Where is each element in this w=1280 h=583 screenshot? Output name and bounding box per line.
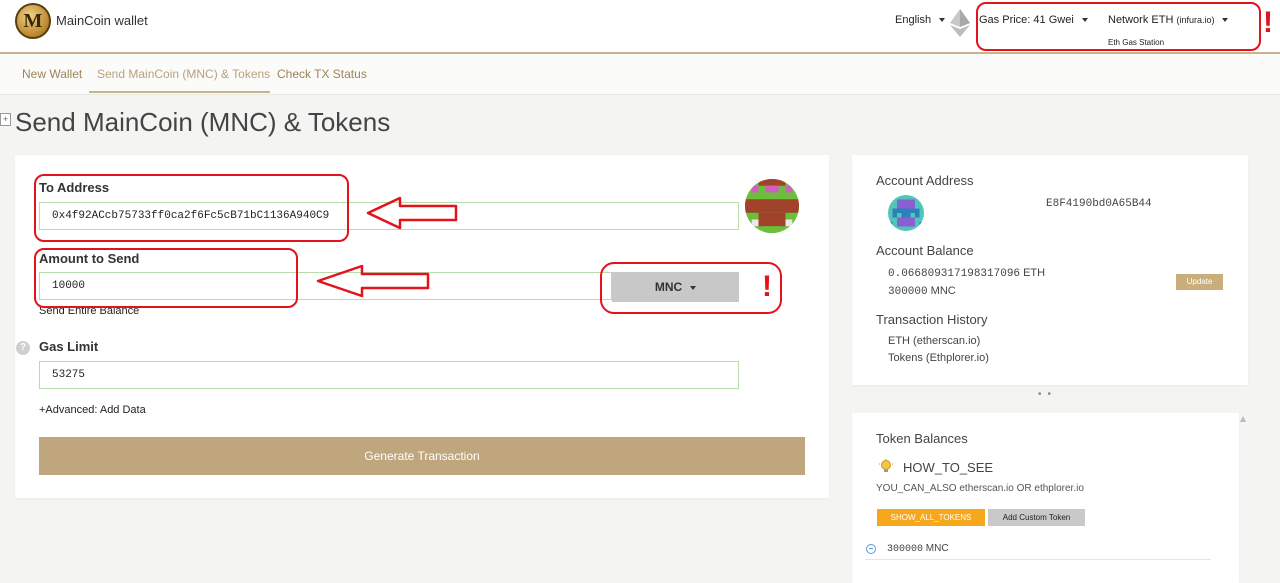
update-balance-button[interactable]: Update: [1176, 274, 1223, 290]
show-all-tokens-button[interactable]: SHOW_ALL_TOKENS: [877, 509, 985, 526]
currency-label: MNC: [654, 280, 683, 294]
language-label: English: [895, 14, 932, 26]
eth-balance: 0.066809317198317096 ETH: [888, 267, 1045, 280]
nav-new-wallet[interactable]: New Wallet: [22, 67, 82, 81]
chevron-down-icon: [1222, 18, 1229, 23]
gas-limit-label: Gas Limit: [39, 339, 99, 354]
maincoin-logo-icon[interactable]: M: [15, 3, 51, 39]
remove-token-icon[interactable]: [866, 544, 876, 554]
advanced-add-data-link[interactable]: +Advanced: Add Data: [39, 404, 146, 416]
gas-price-label: Gas Price: 41 Gwei: [979, 14, 1074, 26]
chevron-down-icon: [690, 285, 697, 290]
network-label: Network ETH: [1108, 14, 1174, 26]
nav-active-underline: [89, 91, 270, 93]
language-dropdown[interactable]: English: [895, 14, 946, 26]
tx-history-eth-link[interactable]: ETH (etherscan.io): [888, 335, 980, 347]
help-icon[interactable]: ?: [16, 341, 30, 355]
account-balance-label: Account Balance: [876, 243, 974, 258]
token-balances-title: Token Balances: [876, 431, 968, 446]
tx-history-tokens-link[interactable]: Tokens (Ethplorer.io): [888, 352, 989, 364]
annotation-exclamation: !: [1263, 6, 1273, 39]
eth-balance-value: 0.066809317198317096: [888, 268, 1021, 280]
mnc-balance-value: 300000: [888, 286, 928, 298]
add-custom-token-button[interactable]: Add Custom Token: [988, 509, 1085, 526]
token-unit: MNC: [925, 543, 949, 554]
header-bar: M MainCoin wallet English Gas Price: 41 …: [0, 0, 1280, 54]
nav-send-tokens[interactable]: Send MainCoin (MNC) & Tokens: [97, 67, 270, 81]
ethereum-icon: [950, 9, 970, 37]
annotation-arrow-to-address: [366, 196, 458, 230]
nav-check-tx-status[interactable]: Check TX Status: [277, 67, 367, 81]
account-identicon: [888, 195, 924, 231]
chevron-down-icon: [939, 18, 946, 23]
account-address-label: Account Address: [876, 173, 974, 188]
annotation-arrow-amount: [316, 264, 430, 298]
brand-name[interactable]: MainCoin wallet: [56, 13, 148, 28]
chevron-down-icon: [1081, 18, 1088, 23]
how-to-see-heading: HOW_TO_SEE: [903, 460, 994, 475]
page-title: Send MainCoin (MNC) & Tokens: [15, 107, 391, 137]
recipient-identicon: [745, 179, 799, 233]
to-address-label: To Address: [39, 180, 110, 195]
eth-balance-unit: ETH: [1023, 267, 1046, 279]
generate-transaction-button[interactable]: Generate Transaction: [39, 437, 805, 475]
token-row: 300000 MNC: [887, 543, 949, 555]
scroll-up-icon[interactable]: [1240, 416, 1246, 424]
network-provider: (infura.io): [1176, 15, 1215, 25]
tx-history-label: Transaction History: [876, 312, 988, 327]
carousel-dots[interactable]: ••: [1038, 389, 1057, 400]
gas-limit-input[interactable]: 53275: [39, 361, 739, 389]
expand-plus-icon[interactable]: +: [0, 113, 11, 126]
network-dropdown[interactable]: Network ETH (infura.io): [1108, 14, 1229, 26]
eth-gas-station-link[interactable]: Eth Gas Station: [1108, 38, 1164, 47]
main-nav: New Wallet Send MainCoin (MNC) & Tokens …: [0, 54, 1280, 95]
amount-label: Amount to Send: [39, 251, 140, 266]
lightbulb-icon: [879, 459, 893, 472]
annotation-exclamation: !: [762, 270, 772, 303]
mnc-balance: 300000 MNC: [888, 285, 956, 298]
gas-price-dropdown[interactable]: Gas Price: 41 Gwei: [979, 14, 1088, 26]
token-amount: 300000: [887, 544, 924, 555]
account-address-value: E8F4190bd0A65B44: [1046, 198, 1152, 210]
token-row-divider: [865, 559, 1211, 560]
token-hint: YOU_CAN_ALSO etherscan.io OR ethplorer.i…: [876, 483, 1084, 494]
send-entire-balance-link[interactable]: Send Entire Balance: [39, 305, 139, 317]
currency-dropdown[interactable]: MNC: [612, 272, 739, 302]
mnc-balance-unit: MNC: [930, 285, 956, 297]
